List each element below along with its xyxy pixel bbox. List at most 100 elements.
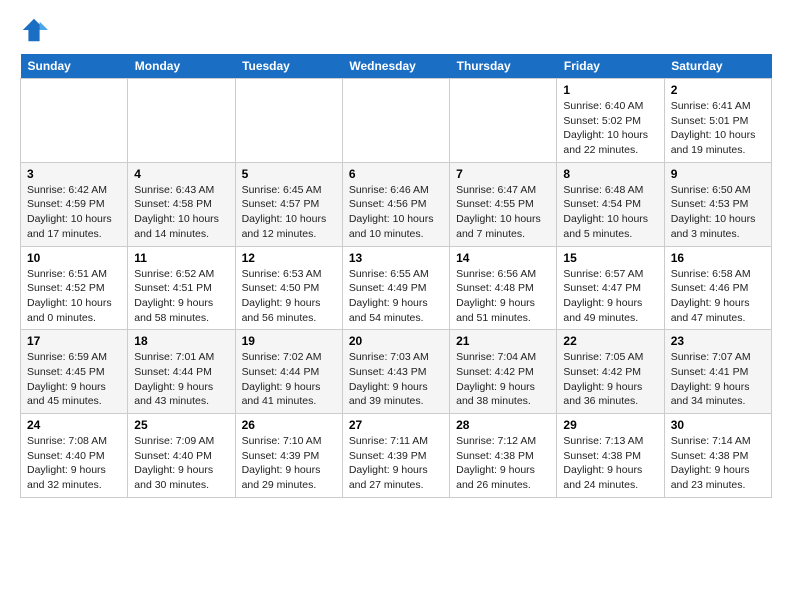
day-info: Sunrise: 6:42 AM Sunset: 4:59 PM Dayligh… bbox=[27, 183, 121, 242]
day-header-sunday: Sunday bbox=[21, 54, 128, 79]
day-number: 17 bbox=[27, 334, 121, 348]
day-info: Sunrise: 7:14 AM Sunset: 4:38 PM Dayligh… bbox=[671, 434, 765, 493]
calendar-cell: 29 Sunrise: 7:13 AM Sunset: 4:38 PM Dayli… bbox=[557, 414, 664, 498]
day-info: Sunrise: 7:11 AM Sunset: 4:39 PM Dayligh… bbox=[349, 434, 443, 493]
calendar-cell: 16 Sunrise: 6:58 AM Sunset: 4:46 PM Dayli… bbox=[664, 246, 771, 330]
calendar-cell: 1Sunrise: 6:40 AM Sunset: 5:02 PM Daylig… bbox=[557, 79, 664, 163]
day-info: Sunrise: 7:09 AM Sunset: 4:40 PM Dayligh… bbox=[134, 434, 228, 493]
day-info: Sunrise: 7:01 AM Sunset: 4:44 PM Dayligh… bbox=[134, 350, 228, 409]
day-number: 21 bbox=[456, 334, 550, 348]
day-number: 10 bbox=[27, 251, 121, 265]
calendar-cell: 8 Sunrise: 6:48 AM Sunset: 4:54 PM Daylig… bbox=[557, 162, 664, 246]
calendar-cell: 21 Sunrise: 7:04 AM Sunset: 4:42 PM Dayli… bbox=[450, 330, 557, 414]
day-header-saturday: Saturday bbox=[664, 54, 771, 79]
day-header-tuesday: Tuesday bbox=[235, 54, 342, 79]
logo-icon bbox=[20, 16, 48, 44]
day-number: 14 bbox=[456, 251, 550, 265]
day-number: 25 bbox=[134, 418, 228, 432]
week-row-5: 24Sunrise: 7:08 AM Sunset: 4:40 PM Dayli… bbox=[21, 414, 772, 498]
day-info: Sunrise: 6:56 AM Sunset: 4:48 PM Dayligh… bbox=[456, 267, 550, 326]
calendar-cell: 24Sunrise: 7:08 AM Sunset: 4:40 PM Dayli… bbox=[21, 414, 128, 498]
day-info: Sunrise: 6:43 AM Sunset: 4:58 PM Dayligh… bbox=[134, 183, 228, 242]
day-header-wednesday: Wednesday bbox=[342, 54, 449, 79]
day-info: Sunrise: 6:53 AM Sunset: 4:50 PM Dayligh… bbox=[242, 267, 336, 326]
day-info: Sunrise: 7:13 AM Sunset: 4:38 PM Dayligh… bbox=[563, 434, 657, 493]
day-number: 5 bbox=[242, 167, 336, 181]
day-info: Sunrise: 7:05 AM Sunset: 4:42 PM Dayligh… bbox=[563, 350, 657, 409]
day-header-monday: Monday bbox=[128, 54, 235, 79]
day-info: Sunrise: 6:59 AM Sunset: 4:45 PM Dayligh… bbox=[27, 350, 121, 409]
calendar-cell: 20 Sunrise: 7:03 AM Sunset: 4:43 PM Dayli… bbox=[342, 330, 449, 414]
day-info: Sunrise: 7:10 AM Sunset: 4:39 PM Dayligh… bbox=[242, 434, 336, 493]
day-number: 8 bbox=[563, 167, 657, 181]
calendar-cell: 14 Sunrise: 6:56 AM Sunset: 4:48 PM Dayli… bbox=[450, 246, 557, 330]
calendar-cell bbox=[235, 79, 342, 163]
day-number: 7 bbox=[456, 167, 550, 181]
day-number: 3 bbox=[27, 167, 121, 181]
calendar-cell: 7 Sunrise: 6:47 AM Sunset: 4:55 PM Daylig… bbox=[450, 162, 557, 246]
calendar-cell: 12 Sunrise: 6:53 AM Sunset: 4:50 PM Dayli… bbox=[235, 246, 342, 330]
calendar-cell: 30Sunrise: 7:14 AM Sunset: 4:38 PM Dayli… bbox=[664, 414, 771, 498]
day-number: 16 bbox=[671, 251, 765, 265]
calendar-cell: 17 Sunrise: 6:59 AM Sunset: 4:45 PM Dayli… bbox=[21, 330, 128, 414]
day-number: 22 bbox=[563, 334, 657, 348]
day-number: 1 bbox=[563, 83, 657, 97]
week-row-3: 10 Sunrise: 6:51 AM Sunset: 4:52 PM Dayli… bbox=[21, 246, 772, 330]
day-info: Sunrise: 6:45 AM Sunset: 4:57 PM Dayligh… bbox=[242, 183, 336, 242]
logo bbox=[20, 16, 52, 44]
day-number: 20 bbox=[349, 334, 443, 348]
week-row-2: 3 Sunrise: 6:42 AM Sunset: 4:59 PM Daylig… bbox=[21, 162, 772, 246]
day-info: Sunrise: 7:08 AM Sunset: 4:40 PM Dayligh… bbox=[27, 434, 121, 493]
day-number: 11 bbox=[134, 251, 228, 265]
header bbox=[20, 16, 772, 44]
day-number: 2 bbox=[671, 83, 765, 97]
day-info: Sunrise: 6:51 AM Sunset: 4:52 PM Dayligh… bbox=[27, 267, 121, 326]
calendar-cell bbox=[450, 79, 557, 163]
day-number: 28 bbox=[456, 418, 550, 432]
page: SundayMondayTuesdayWednesdayThursdayFrid… bbox=[0, 0, 792, 508]
calendar-cell: 6Sunrise: 6:46 AM Sunset: 4:56 PM Daylig… bbox=[342, 162, 449, 246]
calendar-cell: 2 Sunrise: 6:41 AM Sunset: 5:01 PM Daylig… bbox=[664, 79, 771, 163]
calendar-cell: 22 Sunrise: 7:05 AM Sunset: 4:42 PM Dayli… bbox=[557, 330, 664, 414]
calendar-cell: 10 Sunrise: 6:51 AM Sunset: 4:52 PM Dayli… bbox=[21, 246, 128, 330]
day-info: Sunrise: 6:50 AM Sunset: 4:53 PM Dayligh… bbox=[671, 183, 765, 242]
calendar-cell: 9 Sunrise: 6:50 AM Sunset: 4:53 PM Daylig… bbox=[664, 162, 771, 246]
day-header-friday: Friday bbox=[557, 54, 664, 79]
day-number: 23 bbox=[671, 334, 765, 348]
calendar-cell bbox=[21, 79, 128, 163]
calendar-cell: 15 Sunrise: 6:57 AM Sunset: 4:47 PM Dayli… bbox=[557, 246, 664, 330]
day-number: 26 bbox=[242, 418, 336, 432]
calendar-cell: 23Sunrise: 7:07 AM Sunset: 4:41 PM Dayli… bbox=[664, 330, 771, 414]
calendar-cell: 18 Sunrise: 7:01 AM Sunset: 4:44 PM Dayli… bbox=[128, 330, 235, 414]
day-info: Sunrise: 7:02 AM Sunset: 4:44 PM Dayligh… bbox=[242, 350, 336, 409]
calendar-cell: 11 Sunrise: 6:52 AM Sunset: 4:51 PM Dayli… bbox=[128, 246, 235, 330]
day-info: Sunrise: 7:03 AM Sunset: 4:43 PM Dayligh… bbox=[349, 350, 443, 409]
day-info: Sunrise: 6:57 AM Sunset: 4:47 PM Dayligh… bbox=[563, 267, 657, 326]
calendar-cell: 3 Sunrise: 6:42 AM Sunset: 4:59 PM Daylig… bbox=[21, 162, 128, 246]
week-row-4: 17 Sunrise: 6:59 AM Sunset: 4:45 PM Dayli… bbox=[21, 330, 772, 414]
day-info: Sunrise: 6:47 AM Sunset: 4:55 PM Dayligh… bbox=[456, 183, 550, 242]
day-info: Sunrise: 6:55 AM Sunset: 4:49 PM Dayligh… bbox=[349, 267, 443, 326]
day-number: 19 bbox=[242, 334, 336, 348]
calendar-cell bbox=[128, 79, 235, 163]
calendar-cell: 19 Sunrise: 7:02 AM Sunset: 4:44 PM Dayli… bbox=[235, 330, 342, 414]
day-number: 27 bbox=[349, 418, 443, 432]
calendar-table: SundayMondayTuesdayWednesdayThursdayFrid… bbox=[20, 54, 772, 498]
day-number: 9 bbox=[671, 167, 765, 181]
day-number: 12 bbox=[242, 251, 336, 265]
day-info: Sunrise: 7:04 AM Sunset: 4:42 PM Dayligh… bbox=[456, 350, 550, 409]
calendar-cell bbox=[342, 79, 449, 163]
day-number: 4 bbox=[134, 167, 228, 181]
week-row-1: 1Sunrise: 6:40 AM Sunset: 5:02 PM Daylig… bbox=[21, 79, 772, 163]
day-info: Sunrise: 6:48 AM Sunset: 4:54 PM Dayligh… bbox=[563, 183, 657, 242]
day-info: Sunrise: 6:52 AM Sunset: 4:51 PM Dayligh… bbox=[134, 267, 228, 326]
calendar-cell: 5 Sunrise: 6:45 AM Sunset: 4:57 PM Daylig… bbox=[235, 162, 342, 246]
calendar-cell: 27 Sunrise: 7:11 AM Sunset: 4:39 PM Dayli… bbox=[342, 414, 449, 498]
day-info: Sunrise: 7:12 AM Sunset: 4:38 PM Dayligh… bbox=[456, 434, 550, 493]
day-number: 15 bbox=[563, 251, 657, 265]
day-number: 13 bbox=[349, 251, 443, 265]
day-number: 18 bbox=[134, 334, 228, 348]
day-number: 29 bbox=[563, 418, 657, 432]
day-info: Sunrise: 6:58 AM Sunset: 4:46 PM Dayligh… bbox=[671, 267, 765, 326]
day-info: Sunrise: 6:41 AM Sunset: 5:01 PM Dayligh… bbox=[671, 99, 765, 158]
